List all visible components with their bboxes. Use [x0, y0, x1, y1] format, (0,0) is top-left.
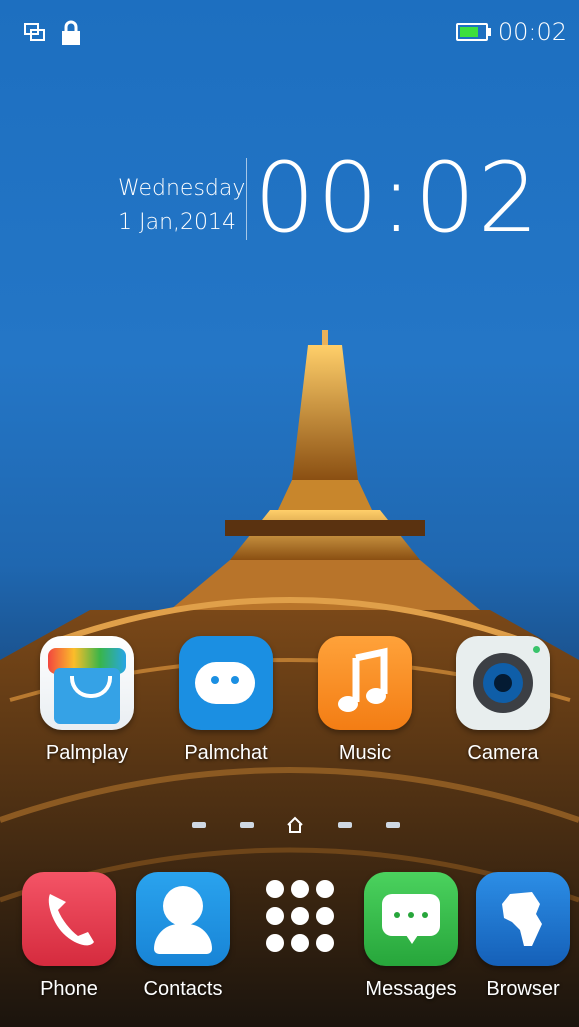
app-camera[interactable]: Camera — [448, 636, 558, 765]
clock-widget[interactable]: Wednesday 1 Jan,2014 00:02 — [118, 150, 539, 250]
app-label: Palmchat — [184, 742, 268, 764]
page-dot[interactable] — [386, 822, 400, 828]
clock-day-label: Wednesday — [118, 176, 246, 201]
lock-icon — [62, 20, 80, 45]
dock-contacts[interactable]: Contacts — [128, 872, 238, 1001]
page-dot[interactable] — [192, 822, 206, 828]
app-label: Music — [338, 742, 392, 764]
page-dot[interactable] — [338, 822, 352, 828]
app-label: Browser — [486, 978, 560, 1000]
home-screen: 00:02 Wednesday 1 Jan,2014 00:02 Palmpla… — [0, 0, 579, 1027]
browser-globe-icon — [476, 872, 570, 966]
app-label: Camera — [467, 742, 539, 764]
palmplay-icon — [40, 636, 134, 730]
clock-divider — [246, 158, 247, 240]
home-page-icon[interactable] — [286, 816, 304, 834]
app-label: Phone — [40, 978, 98, 1000]
dock-phone[interactable]: Phone — [14, 872, 124, 1001]
screen-mirror-icon — [24, 23, 45, 41]
phone-icon — [22, 872, 116, 966]
clock-date-label: 1 Jan,2014 — [118, 210, 236, 235]
status-bar: 00:02 — [0, 0, 579, 64]
dock-browser[interactable]: Browser — [468, 872, 578, 1001]
clock-time: 00:02 — [254, 142, 541, 254]
dock-messages[interactable]: Messages — [356, 872, 466, 1001]
page-dot[interactable] — [240, 822, 254, 828]
dock-app-drawer[interactable] — [242, 872, 352, 978]
music-icon — [318, 636, 412, 730]
app-label: Contacts — [143, 978, 223, 1000]
app-drawer-icon — [250, 872, 344, 966]
battery-icon — [455, 23, 491, 41]
palmchat-icon — [179, 636, 273, 730]
clock-date: Wednesday 1 Jan,2014 — [118, 172, 246, 240]
camera-icon — [456, 636, 550, 730]
status-time: 00:02 — [497, 18, 567, 46]
contacts-icon — [136, 872, 230, 966]
messages-icon — [364, 872, 458, 966]
app-music[interactable]: Music — [310, 636, 420, 765]
app-palmchat[interactable]: Palmchat — [171, 636, 281, 765]
app-label: Palmplay — [45, 742, 129, 764]
page-indicator[interactable] — [0, 816, 579, 836]
app-label: Messages — [365, 978, 457, 1000]
app-palmplay[interactable]: Palmplay — [32, 636, 142, 765]
